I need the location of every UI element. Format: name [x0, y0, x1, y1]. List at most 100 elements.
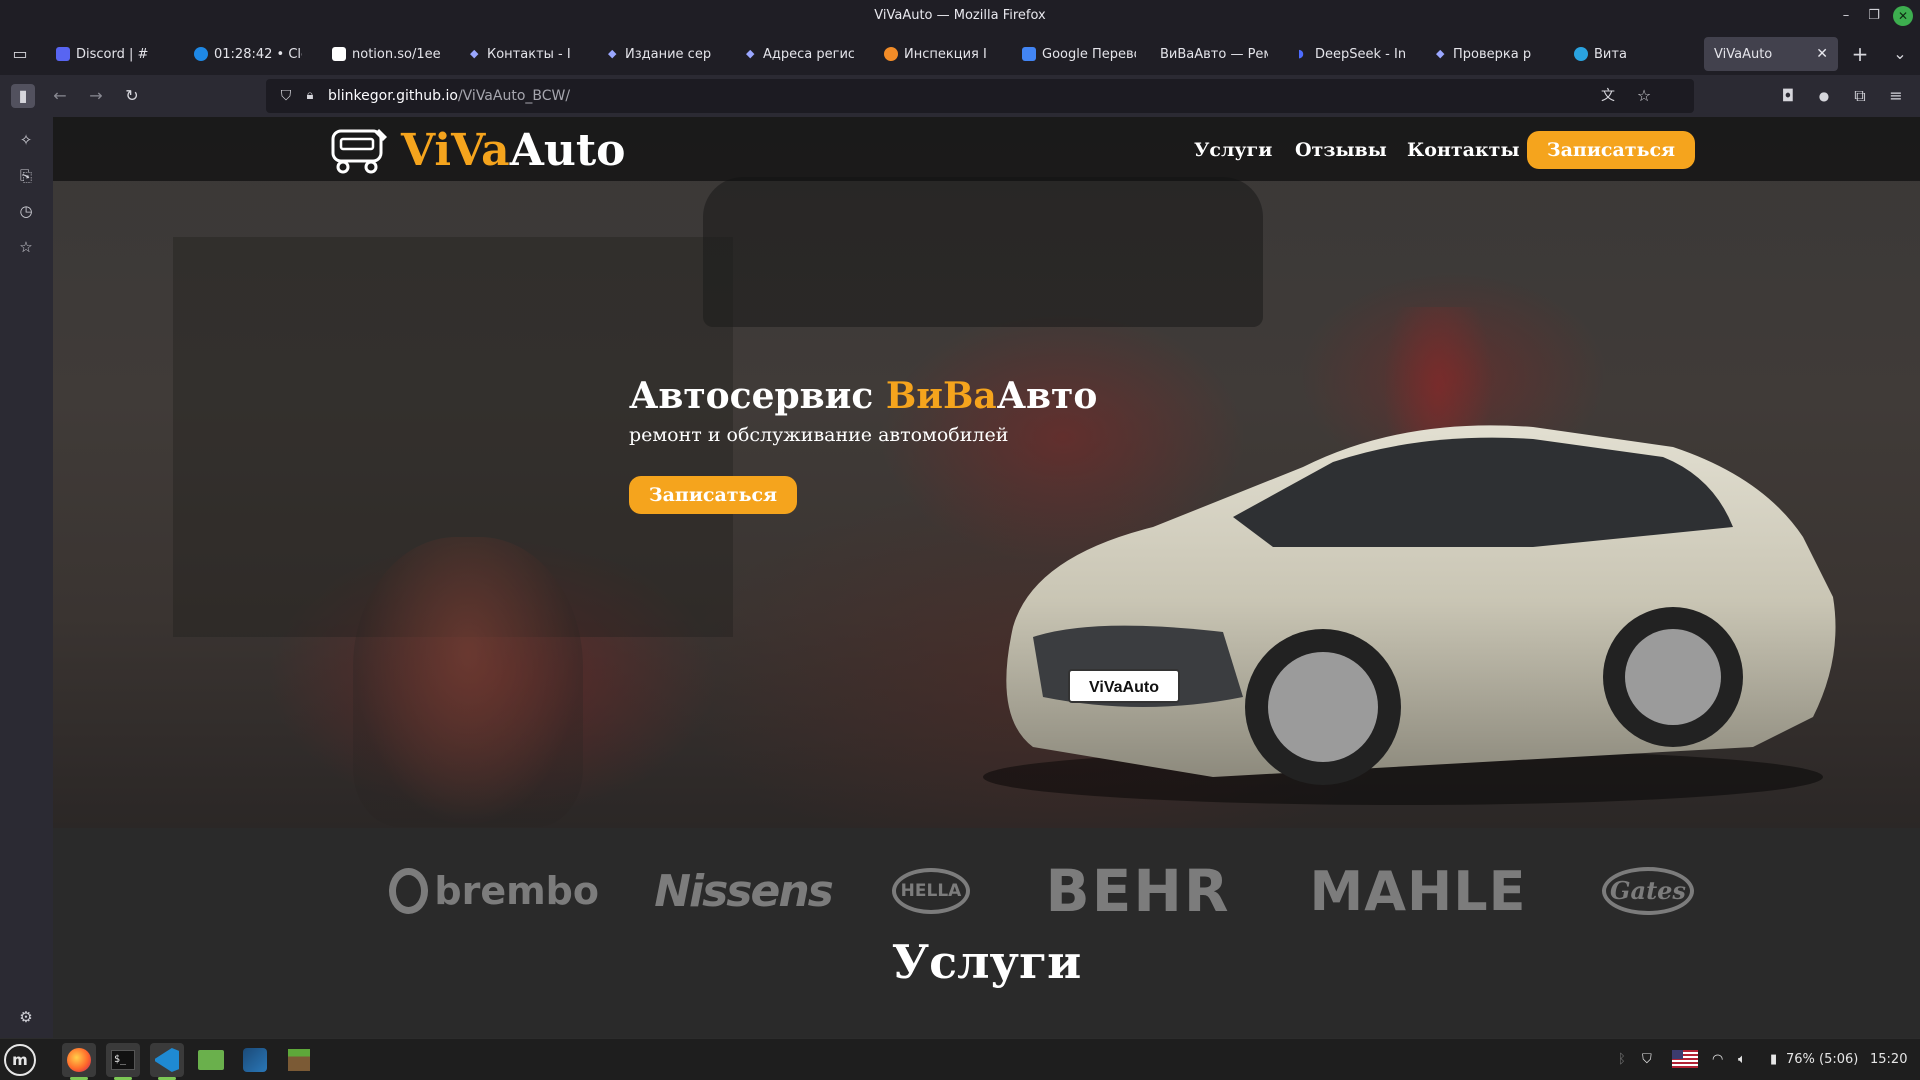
tab-discord[interactable]: Discord | # [46, 37, 174, 71]
discord-icon [56, 47, 70, 61]
chevron-down-icon[interactable]: ⌄ [1888, 42, 1912, 66]
shield-icon[interactable]: ⛉ [274, 84, 298, 108]
nav-services-link[interactable]: Услуги [1194, 139, 1272, 161]
volume-icon[interactable]: 🔈︎ [1738, 1052, 1746, 1067]
brand-logo-nissens: Nissens [654, 861, 834, 921]
restore-icon[interactable]: ❐ [1864, 6, 1884, 26]
terminal-app-icon[interactable]: $_ [106, 1043, 140, 1080]
site-logo[interactable]: ViVaAuto [329, 122, 626, 178]
tab-vivaavto[interactable]: ВиВаАвто — Ремо [1150, 37, 1278, 71]
brand-logo-hella: HELLA [891, 861, 971, 921]
account-avatar-icon[interactable]: ● [1812, 84, 1836, 108]
car-plate-text: ViVaAuto [1089, 679, 1159, 696]
battery-status[interactable]: 76% (5:06) [1786, 1052, 1858, 1067]
ai-chatbot-icon[interactable]: ✧ [14, 128, 38, 152]
tab-proverka[interactable]: ◆ Проверка р [1426, 37, 1554, 71]
tab-label: Вита [1594, 46, 1627, 62]
tab-google-translate[interactable]: Google Перево [1012, 37, 1146, 71]
minecraft-app-icon[interactable] [282, 1043, 316, 1077]
tab-icon: ◆ [608, 47, 617, 60]
brand-name: brembo [434, 869, 599, 913]
hero-title-accent: ВиВа [885, 375, 997, 417]
tab-izdanie[interactable]: ◆ Издание сер [598, 37, 726, 71]
tab-label: notion.so/1ee4 [352, 46, 440, 62]
tab-contacts[interactable]: ◆ Контакты - I [460, 37, 588, 71]
google-translate-icon [1022, 47, 1036, 61]
deepseek-icon: ◗ [1298, 47, 1304, 60]
steam-app-icon[interactable] [238, 1043, 272, 1077]
mint-menu-icon[interactable]: m [4, 1044, 36, 1076]
tab-label: Проверка р [1453, 46, 1532, 62]
brands-section: brembo Nissens HELLA BEHR MAHLE Gates Ус… [53, 828, 1920, 1038]
header-signup-button[interactable]: Записаться [1527, 131, 1695, 169]
pocket-icon[interactable]: ◘ [1776, 84, 1800, 108]
close-window-icon[interactable]: ✕ [1893, 6, 1913, 26]
car-service-logo-icon [331, 129, 387, 174]
firefox-app-icon[interactable] [62, 1043, 96, 1080]
close-tab-icon[interactable]: ✕ [1816, 46, 1828, 62]
tab-label: DeepSeek - Into [1315, 46, 1406, 62]
back-icon[interactable]: ← [48, 84, 72, 108]
history-icon[interactable]: ◷ [14, 199, 38, 223]
sidebar-toggle-icon[interactable]: ▮ [11, 84, 35, 108]
tab-clock[interactable]: 01:28:42 • Clock [184, 37, 312, 71]
nav-contacts-link[interactable]: Контакты [1407, 139, 1520, 161]
site-header: ViVaAuto Услуги Отзывы Контакты Записать… [53, 117, 1920, 181]
tab-label: Discord | # [76, 46, 149, 62]
extensions-icon[interactable]: ⧉ [1848, 84, 1872, 108]
hero-section: ViVaAuto ViVaAuto Услуги Отзывы Контакты… [53, 117, 1920, 828]
synced-tabs-icon[interactable]: ⎘ [14, 164, 38, 188]
clock-time[interactable]: 15:20 [1870, 1052, 1907, 1067]
tab-icon [884, 47, 898, 61]
hero-title: Автосервис ВиВаАвто [629, 375, 1097, 417]
bluetooth-icon[interactable]: ᛒ [1618, 1052, 1626, 1067]
hero-title-part1: Автосервис [629, 375, 886, 417]
brand-name: Nissens [654, 865, 834, 917]
vscode-app-icon[interactable] [150, 1043, 184, 1080]
telegram-icon [1574, 47, 1588, 61]
tab-overview-icon[interactable]: ▭ [8, 42, 32, 66]
keyboard-layout-us-flag-icon[interactable] [1672, 1050, 1698, 1068]
lock-icon[interactable]: 🔒︎ [298, 84, 322, 108]
tab-vita[interactable]: Вита [1564, 37, 1674, 71]
settings-gear-icon[interactable]: ⚙ [14, 1005, 38, 1029]
minimize-icon[interactable]: – [1836, 6, 1856, 26]
mechanic-figure [353, 537, 583, 827]
url-text[interactable]: blinkegor.github.io/ViVaAuto_BCW/ [328, 88, 570, 104]
tab-icon: ◆ [470, 47, 479, 60]
tab-notion[interactable]: notion.so/1ee4 [322, 37, 450, 71]
tab-icon: ◆ [1436, 47, 1445, 60]
new-tab-icon[interactable]: + [1848, 42, 1872, 66]
hero-signup-button[interactable]: Записаться [629, 476, 797, 514]
tab-strip: ▭ Discord | # 01:28:42 • Clock notion.so… [0, 33, 1920, 75]
brembo-mark-icon [389, 868, 429, 914]
url-host: blinkegor.github.io [328, 88, 458, 104]
translate-icon[interactable]: 文 [1596, 84, 1620, 108]
forward-icon[interactable]: → [84, 84, 108, 108]
web-page: ViVaAuto ViVaAuto Услуги Отзывы Контакты… [53, 117, 1920, 1038]
brand-logo-behr: BEHR [1041, 857, 1235, 925]
wifi-icon[interactable]: ◠ [1712, 1052, 1723, 1067]
os-taskbar: m $_ ᛒ ⛉ ◠ 🔈︎ ▮ 76% (5:06) 15:20 [0, 1038, 1920, 1080]
bookmark-star-icon[interactable]: ☆ [1632, 84, 1656, 108]
bookmarks-icon[interactable]: ☆ [14, 235, 38, 259]
tab-label: 01:28:42 • Clock [214, 46, 302, 62]
browser-sidebar: ✧ ⎘ ◷ ☆ ⚙ [0, 117, 53, 1038]
hero-subtitle: ремонт и обслуживание автомобилей [629, 424, 1009, 446]
tab-label: Адреса регистр [763, 46, 854, 62]
battery-icon[interactable]: ▮ [1770, 1052, 1777, 1067]
menu-icon[interactable]: ≡ [1884, 84, 1908, 108]
tab-inspekciya[interactable]: Инспекция I [874, 37, 1002, 71]
tab-deepseek[interactable]: ◗ DeepSeek - Into [1288, 37, 1416, 71]
tab-adresa[interactable]: ◆ Адреса регистр [736, 37, 864, 71]
nav-reviews-link[interactable]: Отзывы [1295, 139, 1387, 161]
files-app-icon[interactable] [194, 1043, 228, 1077]
url-bar[interactable]: ⛉ 🔒︎ blinkegor.github.io/ViVaAuto_BCW/ 文… [266, 79, 1694, 113]
reload-icon[interactable]: ↻ [120, 84, 144, 108]
services-heading: Услуги [891, 935, 1082, 989]
window-titlebar: ViVaAuto — Mozilla Firefox – ❐ ✕ [0, 0, 1920, 33]
brand-logo-gates: Gates [1601, 861, 1695, 921]
security-shield-icon[interactable]: ⛉ [1642, 1052, 1652, 1067]
tab-vivaauto-active[interactable]: ViVaAuto ✕ [1704, 37, 1838, 71]
url-path: /ViVaAuto_BCW/ [457, 88, 571, 104]
